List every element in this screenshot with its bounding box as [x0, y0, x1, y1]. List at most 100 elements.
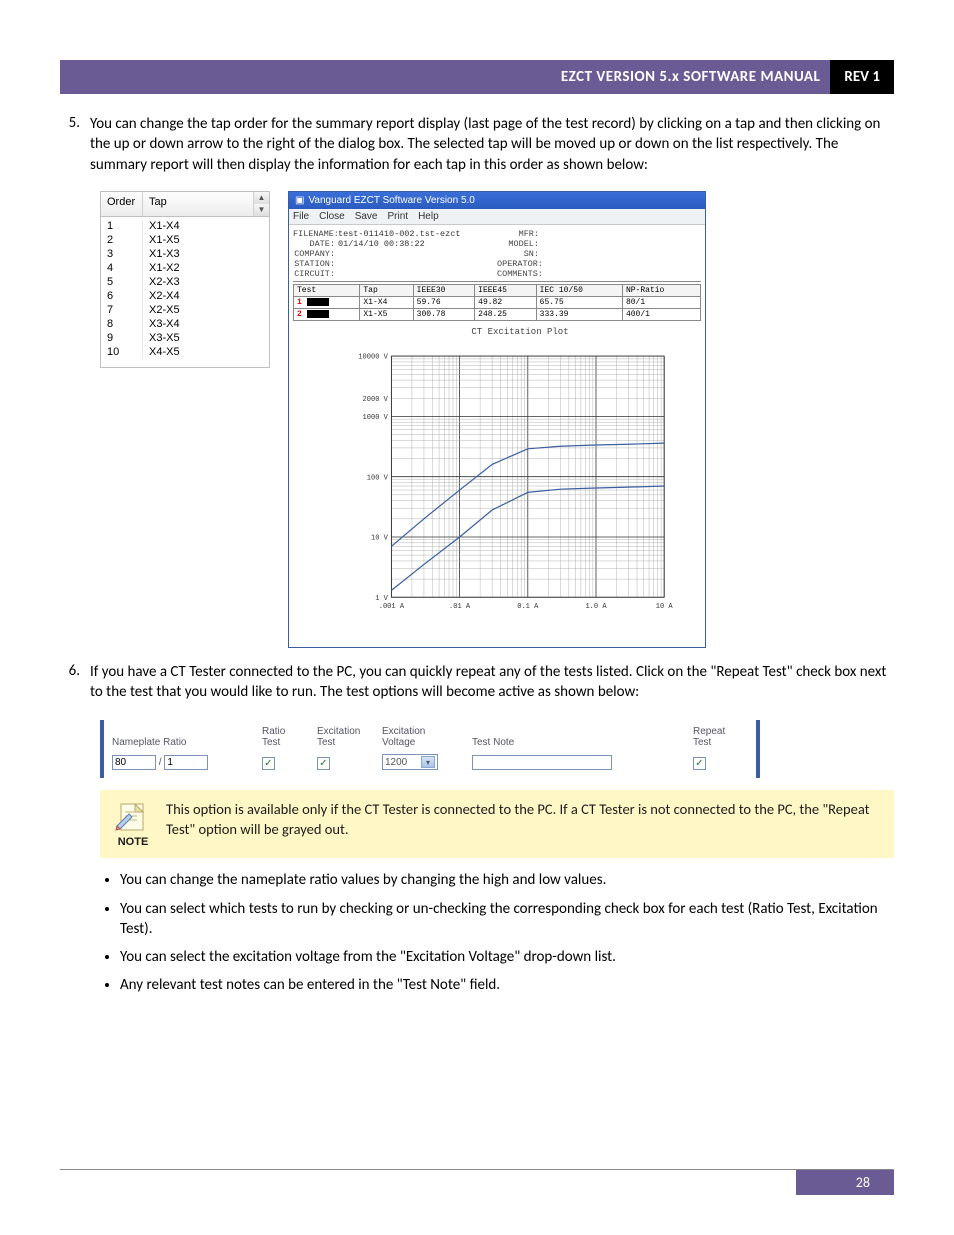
- svg-text:1 V: 1 V: [375, 595, 388, 603]
- excitation-test-label: ExcitationTest: [317, 726, 372, 748]
- excitation-voltage-dropdown[interactable]: 1200 ▾: [382, 754, 438, 770]
- tap-order-row[interactable]: 1X1-X4: [101, 219, 269, 233]
- tap-cell: X2-X5: [143, 303, 269, 317]
- tap-order-row[interactable]: 3X1-X3: [101, 247, 269, 261]
- meta-operator-value: [542, 259, 701, 269]
- svg-text:1000 V: 1000 V: [363, 414, 389, 422]
- svg-text:2000 V: 2000 V: [363, 396, 389, 404]
- svg-text:10 V: 10 V: [371, 535, 389, 543]
- app-menu[interactable]: File Close Save Print Help: [289, 209, 705, 225]
- excitation-test-checkbox[interactable]: ✓: [317, 757, 330, 770]
- menu-close[interactable]: Close: [319, 211, 345, 222]
- meta-company-label: COMPANY:: [293, 249, 338, 259]
- repeat-test-label: RepeatTest: [693, 726, 748, 748]
- order-cell: 8: [101, 317, 143, 331]
- note-label: NOTE: [110, 836, 156, 848]
- svg-text:1.0 A: 1.0 A: [585, 603, 607, 611]
- nameplate-sep: /: [159, 757, 162, 768]
- menu-help[interactable]: Help: [418, 211, 439, 222]
- step6-text: If you have a CT Tester connected to the…: [90, 662, 894, 703]
- meta-circuit-value: [338, 269, 497, 279]
- order-cell: 9: [101, 331, 143, 345]
- table-header: IEEE30: [413, 284, 475, 296]
- order-cell: 2: [101, 233, 143, 247]
- list-item: You can select which tests to run by che…: [120, 899, 894, 940]
- list-item: Any relevant test notes can be entered i…: [120, 975, 894, 995]
- repeat-test-row: Nameplate Ratio RatioTest ExcitationTest…: [100, 720, 760, 778]
- tap-order-row[interactable]: 7X2-X5: [101, 303, 269, 317]
- page-header: EZCT VERSION 5.x SOFTWARE MANUAL REV 1: [60, 60, 894, 94]
- chevron-down-icon[interactable]: ▾: [421, 756, 435, 768]
- test-note-label: Test Note: [472, 737, 683, 748]
- tap-order-row[interactable]: 2X1-X5: [101, 233, 269, 247]
- tap-order-row[interactable]: 6X2-X4: [101, 289, 269, 303]
- tap-order-down-button[interactable]: ▼: [254, 204, 269, 216]
- tap-header: Tap: [143, 192, 253, 216]
- meta-comments-label: COMMENTS:: [497, 269, 542, 279]
- meta-comments-value: [542, 269, 701, 279]
- order-header: Order: [101, 192, 143, 216]
- meta-date-value: 01/14/10 00:38:22: [338, 239, 497, 249]
- meta-mfr-label: MFR:: [497, 229, 542, 239]
- nameplate-ratio-input[interactable]: /: [112, 755, 252, 770]
- repeat-test-checkbox[interactable]: ✓: [693, 757, 706, 770]
- table-header: IEC 10/50: [536, 284, 622, 296]
- meta-operator-label: OPERATOR:: [497, 259, 542, 269]
- app-title: Vanguard EZCT Software Version 5.0: [308, 195, 474, 206]
- excitation-plot: CT Excitation Plot 1 V10 V100 V1000 V200…: [293, 325, 701, 643]
- meta-filename-label: FILENAME:: [293, 229, 338, 239]
- tap-order-row[interactable]: 5X2-X3: [101, 275, 269, 289]
- app-icon: ▣: [295, 195, 304, 206]
- tap-cell: X1-X5: [143, 233, 269, 247]
- menu-print[interactable]: Print: [388, 211, 409, 222]
- meta-model-value: [542, 239, 701, 249]
- tap-cell: X2-X4: [143, 289, 269, 303]
- tap-cell: X4-X5: [143, 345, 269, 359]
- menu-file[interactable]: File: [293, 211, 309, 222]
- svg-text:10 A: 10 A: [656, 603, 673, 611]
- tap-cell: X3-X5: [143, 331, 269, 345]
- tap-order-up-button[interactable]: ▲: [254, 192, 269, 204]
- list-item: You can select the excitation voltage fr…: [120, 947, 894, 967]
- svg-text:10000 V: 10000 V: [358, 354, 388, 362]
- tap-order-row[interactable]: 8X3-X4: [101, 317, 269, 331]
- tap-cell: X1-X3: [143, 247, 269, 261]
- table-header: Test: [294, 284, 360, 296]
- ratio-test-label: RatioTest: [262, 726, 307, 748]
- nameplate-low-input[interactable]: [164, 755, 208, 770]
- tap-cell: X3-X4: [143, 317, 269, 331]
- nameplate-high-input[interactable]: [112, 755, 156, 770]
- page-footer: 28: [60, 1169, 894, 1195]
- tap-order-row[interactable]: 10X4-X5: [101, 345, 269, 359]
- tap-cell: X1-X2: [143, 261, 269, 275]
- meta-filename-value: test-011410-002.tst-ezct: [338, 229, 497, 239]
- note-block: NOTE This option is available only if th…: [100, 790, 894, 858]
- table-header: NP-Ratio: [622, 284, 700, 296]
- tap-cell: X2-X3: [143, 275, 269, 289]
- svg-text:.001 A: .001 A: [379, 603, 405, 611]
- note-text: This option is available only if the CT …: [166, 800, 880, 839]
- page-number: 28: [796, 1170, 894, 1195]
- ezct-app-window: ▣ Vanguard EZCT Software Version 5.0 Fil…: [288, 191, 706, 648]
- header-rev: REV 1: [830, 60, 894, 94]
- tap-order-row[interactable]: 9X3-X5: [101, 331, 269, 345]
- list-item: You can change the nameplate ratio value…: [120, 870, 894, 890]
- meta-sn-value: [542, 249, 701, 259]
- meta-company-value: [338, 249, 497, 259]
- order-cell: 5: [101, 275, 143, 289]
- list-number: 6.: [60, 662, 90, 713]
- menu-save[interactable]: Save: [355, 211, 378, 222]
- excitation-voltage-value: 1200: [385, 757, 407, 768]
- tap-order-dialog[interactable]: Order Tap ▲ ▼ 1X1-X42X1-X53X1-X34X1-X25X…: [100, 191, 270, 368]
- svg-text:100 V: 100 V: [367, 474, 389, 482]
- order-cell: 7: [101, 303, 143, 317]
- table-header: IEEE45: [475, 284, 537, 296]
- test-note-input[interactable]: [472, 755, 612, 770]
- note-icon: [115, 800, 151, 834]
- svg-text:.01 A: .01 A: [449, 603, 471, 611]
- ratio-test-checkbox[interactable]: ✓: [262, 757, 275, 770]
- svg-text:0.1 A: 0.1 A: [517, 603, 539, 611]
- order-cell: 10: [101, 345, 143, 359]
- meta-station-label: STATION:: [293, 259, 338, 269]
- tap-order-row[interactable]: 4X1-X2: [101, 261, 269, 275]
